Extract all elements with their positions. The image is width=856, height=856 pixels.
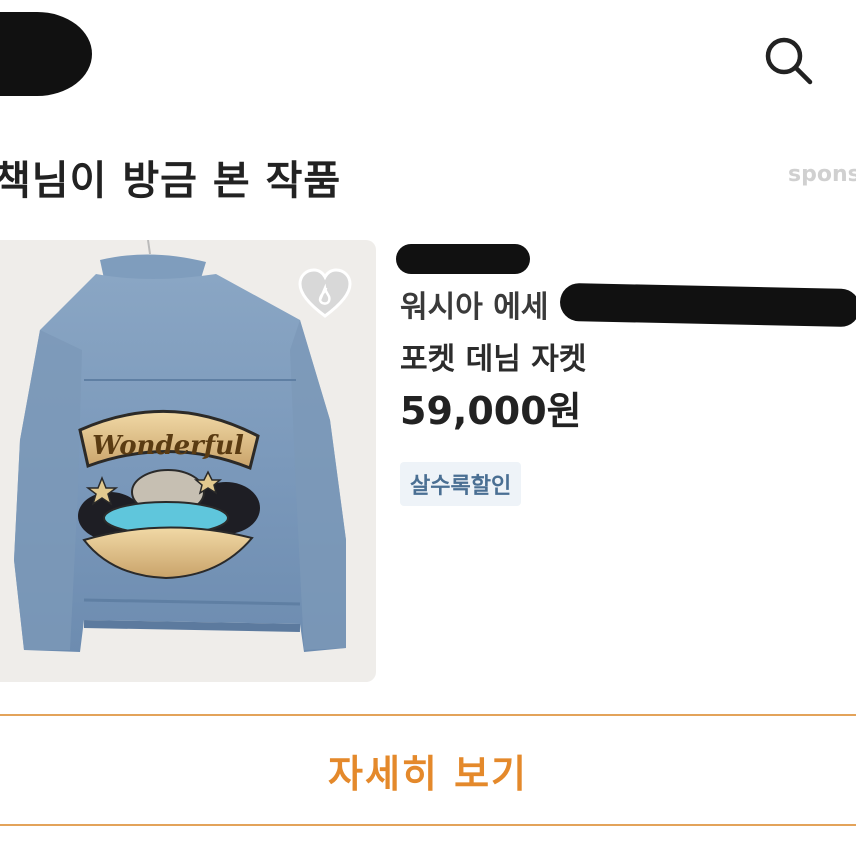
product-price: 59,000원: [400, 389, 582, 433]
view-details-button[interactable]: 자세히 보기: [0, 714, 856, 826]
search-icon[interactable]: [760, 32, 816, 88]
redacted-seller: [396, 244, 530, 274]
redacted-title: [559, 282, 856, 328]
patch-lettering: Wonderful: [92, 431, 244, 461]
product-title-line2: 포켓 데님 자켓: [400, 342, 587, 377]
discount-badge: 살수록할인: [400, 462, 522, 506]
section-title: 책님이 방금 본 작품: [0, 158, 342, 204]
redacted-header-area: [0, 12, 92, 96]
heart-icon[interactable]: [296, 266, 354, 324]
sponsor-label: spons: [788, 162, 856, 187]
